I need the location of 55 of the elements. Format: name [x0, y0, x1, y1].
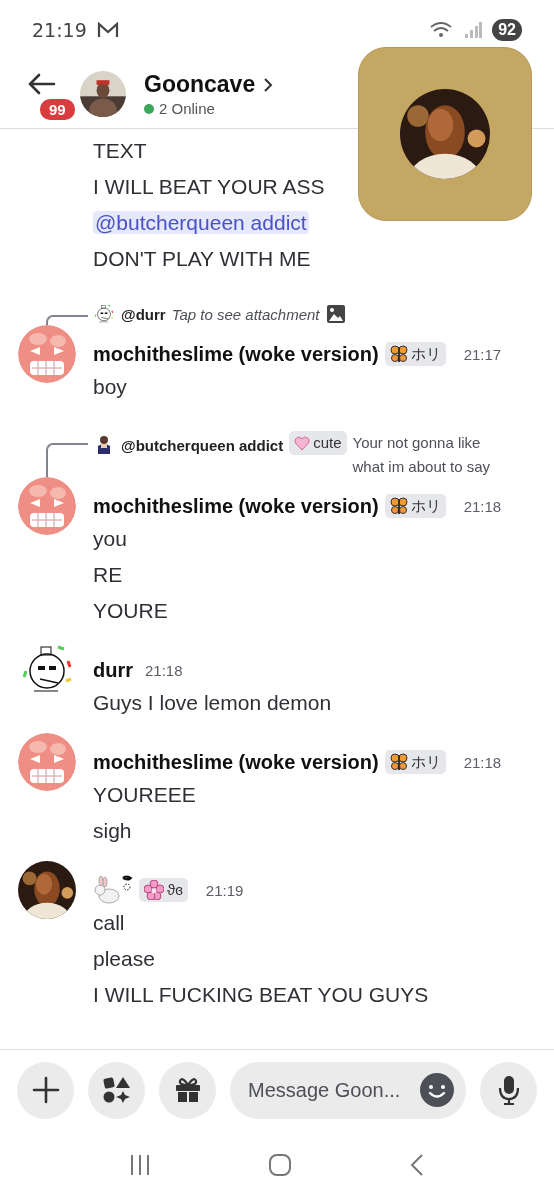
- message-text: I WILL FUCKING BEAT YOU GUYS: [93, 982, 429, 1008]
- message-text: DON'T PLAY WITH ME: [93, 246, 311, 272]
- reply-author[interactable]: @durr: [121, 306, 166, 323]
- signal-icon: [464, 21, 483, 39]
- message-text: boy: [93, 374, 127, 400]
- home-icon[interactable]: [268, 1153, 292, 1177]
- mail-icon: [96, 22, 119, 38]
- tag-label: ホリ: [410, 752, 441, 772]
- unread-badge: 99: [38, 97, 77, 122]
- gift-icon: [173, 1076, 202, 1104]
- message-text: please: [93, 946, 155, 972]
- recent-apps-icon[interactable]: [128, 1154, 151, 1176]
- message-text: I WILL BEAT YOUR ASS: [93, 174, 325, 200]
- emoji-icon[interactable]: [420, 1072, 454, 1107]
- reply-author[interactable]: @butcherqueen addict: [121, 436, 284, 454]
- online-dot: [144, 103, 154, 114]
- online-count: 2 Online: [159, 100, 215, 117]
- tag-label: ϑɞ: [167, 880, 183, 900]
- author-name[interactable]: mochitheslime (woke version): [93, 750, 379, 774]
- image-icon: [325, 304, 346, 324]
- microphone-icon: [496, 1075, 521, 1105]
- tag-label: cute: [313, 433, 342, 453]
- timestamp: 21:18: [463, 753, 502, 771]
- back-button[interactable]: [26, 72, 58, 96]
- tag-label: ホリ: [410, 344, 441, 364]
- message-text: YOUREEE: [93, 782, 196, 808]
- message-text: RE: [93, 562, 123, 588]
- reply-connector: [46, 443, 88, 477]
- author-name[interactable]: mochitheslime (woke version): [93, 342, 379, 366]
- timestamp: 21:17: [463, 345, 502, 363]
- message-text: call: [93, 910, 125, 936]
- video-window[interactable]: [358, 47, 532, 221]
- plus-icon: [31, 1076, 60, 1104]
- tag-label: ホリ: [410, 496, 441, 516]
- battery-level: 92: [492, 19, 522, 41]
- reply-text[interactable]: Your not gonna like what im about to say: [352, 431, 513, 479]
- author-name[interactable]: durr: [93, 658, 133, 682]
- message-text: sigh: [93, 818, 132, 844]
- message-text: you: [93, 526, 127, 552]
- author-name[interactable]: mochitheslime (woke version): [93, 494, 379, 518]
- channel-title[interactable]: Gooncave: [144, 71, 256, 98]
- chevron-icon: [263, 76, 274, 93]
- message-text: YOURE: [93, 598, 168, 624]
- timestamp: 21:18: [145, 661, 183, 679]
- timestamp: 21:19: [205, 881, 244, 899]
- back-icon[interactable]: [409, 1153, 426, 1177]
- shapes-icon: [102, 1076, 131, 1104]
- user-mention[interactable]: @butcherqueen addict: [93, 211, 309, 234]
- back-arrow-icon: [26, 72, 56, 96]
- message-text: TEXT: [93, 138, 147, 164]
- clock: 21:19: [32, 19, 87, 41]
- message-text: Guys I love lemon demon: [93, 690, 332, 716]
- message-field[interactable]: Message Goon...: [230, 1061, 466, 1119]
- timestamp: 21:18: [463, 497, 502, 515]
- reply-text[interactable]: Tap to see attachment: [171, 303, 320, 327]
